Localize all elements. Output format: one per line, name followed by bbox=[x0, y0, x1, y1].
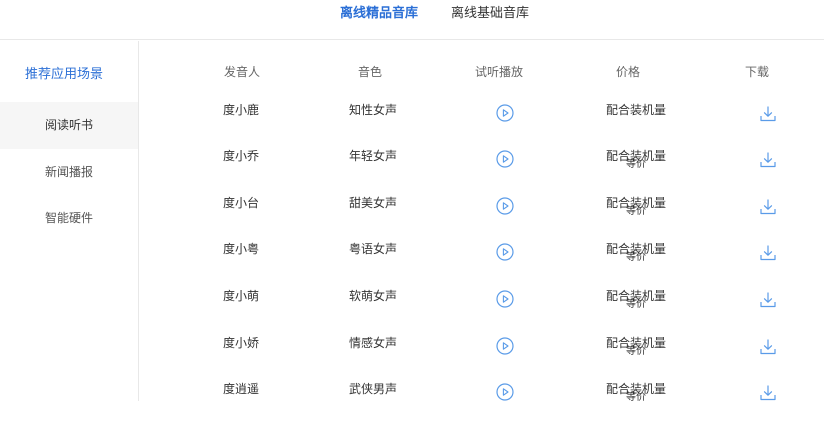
voice-table: 发音人 音色 试听播放 价格 下载 度小鹿 知性女声 配合装机量 度小乔 年轻女声 配合装… bbox=[140, 41, 824, 403]
download-tray-icon bbox=[760, 339, 776, 355]
download-tray-icon bbox=[760, 245, 776, 261]
price-cell: 配合装机量 等价 bbox=[606, 240, 666, 263]
play-circle-icon bbox=[496, 337, 514, 355]
speaker-name: 度小娇 bbox=[222, 336, 260, 350]
sidebar-item-smart-hardware[interactable]: 智能硬件 bbox=[0, 195, 138, 242]
price-cell: 配合装机量 等价 bbox=[606, 194, 666, 217]
download-button[interactable] bbox=[759, 291, 777, 309]
download-tray-icon bbox=[760, 199, 776, 215]
column-header-speaker: 发音人 bbox=[223, 65, 261, 79]
table-row: 度小娇 情感女声 配合装机量 等价 bbox=[140, 334, 824, 380]
price-cell: 配合装机量 bbox=[606, 101, 666, 118]
play-preview-button[interactable] bbox=[496, 243, 514, 261]
table-row: 度小粤 粤语女声 配合装机量 等价 bbox=[140, 240, 824, 286]
sidebar-title: 推荐应用场景 bbox=[24, 66, 103, 81]
price-cell: 配合装机量 等价 bbox=[606, 147, 666, 170]
download-button[interactable] bbox=[759, 338, 777, 356]
play-preview-button[interactable] bbox=[496, 383, 514, 401]
price-sub-label: 等价 bbox=[625, 252, 646, 263]
play-preview-button[interactable] bbox=[496, 104, 514, 122]
price-label: 配合装机量 bbox=[605, 103, 667, 117]
column-header-price: 价格 bbox=[615, 65, 641, 79]
price-sub-label: 等价 bbox=[625, 299, 646, 310]
tab-premium-offline-voices[interactable]: 离线精品音库 bbox=[340, 5, 418, 21]
price-cell: 配合装机量 等价 bbox=[606, 287, 666, 310]
scenario-sidebar: 推荐应用场景 阅读听书 新闻播报 智能硬件 bbox=[0, 41, 139, 401]
download-button[interactable] bbox=[759, 244, 777, 262]
price-sub-label: 等价 bbox=[625, 346, 646, 357]
download-button[interactable] bbox=[759, 105, 777, 123]
download-tray-icon bbox=[760, 152, 776, 168]
download-tray-icon bbox=[760, 106, 776, 122]
download-button[interactable] bbox=[759, 384, 777, 402]
speaker-name: 度小萌 bbox=[222, 289, 260, 303]
play-preview-button[interactable] bbox=[496, 290, 514, 308]
price-cell: 配合装机量 等价 bbox=[606, 334, 666, 357]
download-button[interactable] bbox=[759, 151, 777, 169]
price-sub-label: 等价 bbox=[625, 159, 646, 170]
play-preview-button[interactable] bbox=[496, 337, 514, 355]
sidebar-item-reading[interactable]: 阅读听书 bbox=[0, 102, 138, 149]
speaker-name: 度小乔 bbox=[222, 149, 260, 163]
play-circle-icon bbox=[496, 104, 514, 122]
price-cell: 配合装机量 等价 bbox=[606, 380, 666, 403]
play-circle-icon bbox=[496, 383, 514, 401]
timbre-label: 软萌女声 bbox=[348, 289, 398, 303]
top-tab-bar: 离线精品音库 离线基础音库 bbox=[0, 0, 824, 40]
tab-basic-offline-voices[interactable]: 离线基础音库 bbox=[451, 5, 529, 21]
sidebar-item-news[interactable]: 新闻播报 bbox=[0, 149, 138, 196]
timbre-label: 情感女声 bbox=[348, 336, 398, 350]
download-tray-icon bbox=[760, 292, 776, 308]
speaker-name: 度小台 bbox=[222, 196, 260, 210]
play-circle-icon bbox=[496, 150, 514, 168]
column-header-download: 下载 bbox=[744, 65, 770, 79]
timbre-label: 粤语女声 bbox=[348, 242, 398, 256]
column-header-timbre: 音色 bbox=[357, 65, 383, 79]
table-row: 度逍遥 武侠男声 配合装机量 等价 bbox=[140, 380, 824, 426]
play-preview-button[interactable] bbox=[496, 197, 514, 215]
table-row: 度小台 甜美女声 配合装机量 等价 bbox=[140, 194, 824, 240]
download-tray-icon bbox=[760, 385, 776, 401]
speaker-name: 度逍遥 bbox=[222, 382, 260, 396]
table-row: 度小萌 软萌女声 配合装机量 等价 bbox=[140, 287, 824, 333]
play-circle-icon bbox=[496, 290, 514, 308]
timbre-label: 年轻女声 bbox=[348, 149, 398, 163]
timbre-label: 甜美女声 bbox=[348, 196, 398, 210]
speaker-name: 度小粤 bbox=[222, 242, 260, 256]
column-header-preview: 试听播放 bbox=[474, 65, 524, 79]
play-preview-button[interactable] bbox=[496, 150, 514, 168]
table-row: 度小乔 年轻女声 配合装机量 等价 bbox=[140, 147, 824, 193]
download-button[interactable] bbox=[759, 198, 777, 216]
play-circle-icon bbox=[496, 197, 514, 215]
price-sub-label: 等价 bbox=[625, 206, 646, 217]
timbre-label: 知性女声 bbox=[348, 103, 398, 117]
table-row: 度小鹿 知性女声 配合装机量 bbox=[140, 101, 824, 147]
play-circle-icon bbox=[496, 243, 514, 261]
timbre-label: 武侠男声 bbox=[348, 382, 398, 396]
speaker-name: 度小鹿 bbox=[222, 103, 260, 117]
